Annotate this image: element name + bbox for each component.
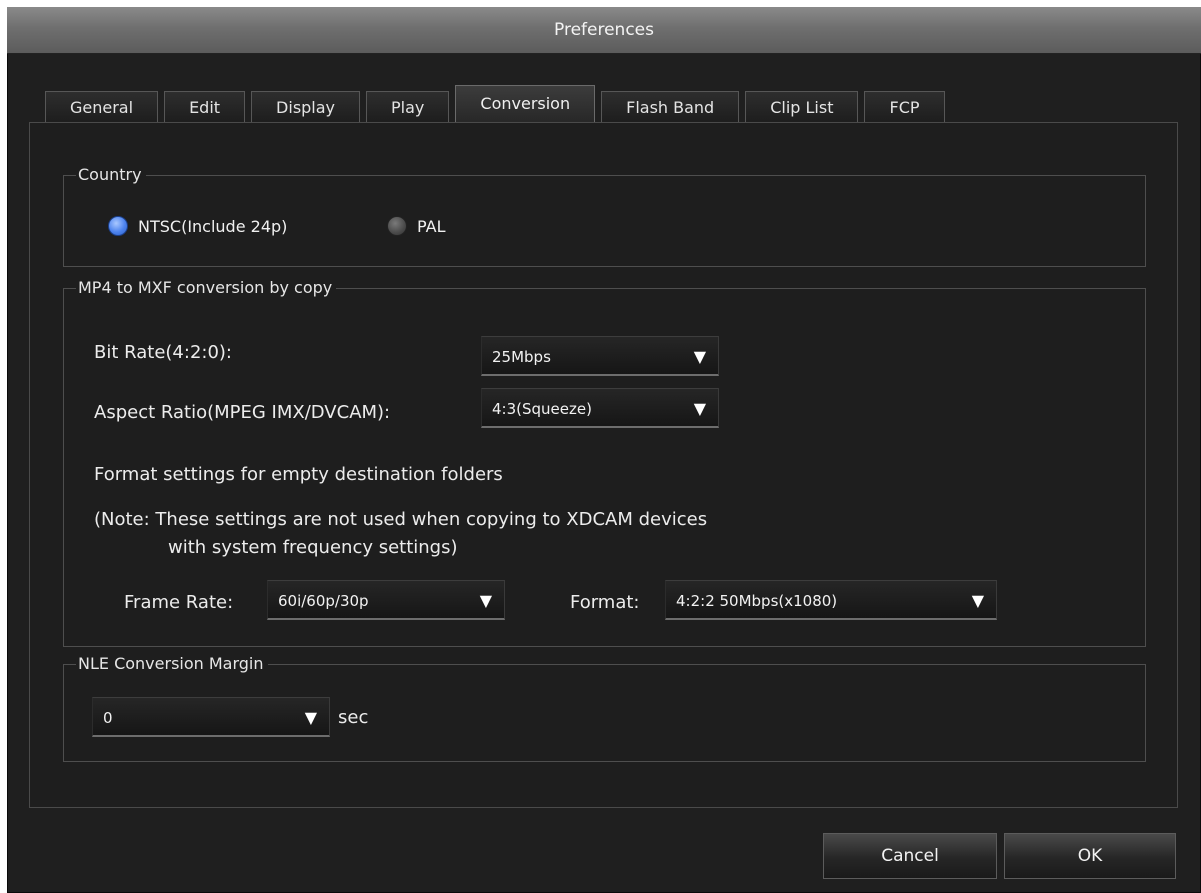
radio-ntsc-label: NTSC(Include 24p) [138, 216, 288, 236]
chevron-down-icon: ▼ [304, 708, 317, 727]
frame-rate-value: 60i/60p/30p [278, 592, 369, 610]
chevron-down-icon: ▼ [693, 399, 706, 418]
radio-unselected-icon[interactable] [387, 216, 407, 236]
chevron-down-icon: ▼ [971, 591, 984, 610]
tab-bar: General Edit Display Play Conversion Fla… [45, 85, 951, 123]
conversion-panel: Country NTSC(Include 24p) PAL MP4 to MXF… [29, 122, 1178, 808]
format-settings-heading: Format settings for empty destination fo… [94, 464, 503, 485]
note-line-2: with system frequency settings) [168, 537, 458, 558]
radio-selected-icon[interactable] [108, 216, 128, 236]
mp4-legend: MP4 to MXF conversion by copy [76, 278, 337, 298]
cancel-button[interactable]: Cancel [823, 833, 997, 879]
radio-ntsc[interactable]: NTSC(Include 24p) [108, 216, 287, 236]
aspect-ratio-dropdown[interactable]: 4:3(Squeeze) ▼ [481, 388, 719, 428]
aspect-ratio-value: 4:3(Squeeze) [492, 400, 592, 418]
tab-edit[interactable]: Edit [164, 91, 246, 123]
bitrate-value: 25Mbps [492, 348, 551, 366]
preferences-window: Preferences General Edit Display Play Co… [7, 7, 1201, 893]
nle-margin-value: 0 [103, 709, 113, 727]
radio-pal[interactable]: PAL [387, 216, 445, 236]
aspect-ratio-label: Aspect Ratio(MPEG IMX/DVCAM): [94, 402, 391, 423]
country-group: Country NTSC(Include 24p) PAL [63, 165, 1146, 267]
country-legend: Country [76, 165, 146, 185]
bitrate-dropdown[interactable]: 25Mbps ▼ [481, 336, 719, 376]
tab-clip-list[interactable]: Clip List [745, 91, 859, 123]
frame-rate-dropdown[interactable]: 60i/60p/30p ▼ [267, 580, 505, 620]
format-dropdown[interactable]: 4:2:2 50Mbps(x1080) ▼ [665, 580, 997, 620]
nle-margin-dropdown[interactable]: 0 ▼ [92, 697, 330, 737]
nle-unit-label: sec [338, 707, 369, 728]
tab-general[interactable]: General [45, 91, 159, 123]
nle-legend: NLE Conversion Margin [76, 654, 268, 674]
frame-rate-label: Frame Rate: [124, 592, 234, 613]
tab-fcp[interactable]: FCP [864, 91, 945, 123]
bitrate-label: Bit Rate(4:2:0): [94, 342, 232, 363]
mp4-to-mxf-group: MP4 to MXF conversion by copy Bit Rate(4… [63, 278, 1146, 647]
chevron-down-icon: ▼ [479, 591, 492, 610]
tab-display[interactable]: Display [251, 91, 361, 123]
note-line-1: (Note: These settings are not used when … [94, 509, 708, 530]
tab-conversion[interactable]: Conversion [455, 85, 596, 123]
radio-pal-label: PAL [417, 216, 446, 236]
format-value: 4:2:2 50Mbps(x1080) [676, 592, 838, 610]
chevron-down-icon: ▼ [693, 347, 706, 366]
tab-play[interactable]: Play [366, 91, 450, 123]
nle-margin-group: NLE Conversion Margin 0 ▼ sec [63, 654, 1146, 762]
format-label: Format: [570, 592, 640, 613]
tab-flash-band[interactable]: Flash Band [601, 91, 740, 123]
window-title: Preferences [7, 7, 1201, 54]
ok-button[interactable]: OK [1004, 833, 1176, 879]
